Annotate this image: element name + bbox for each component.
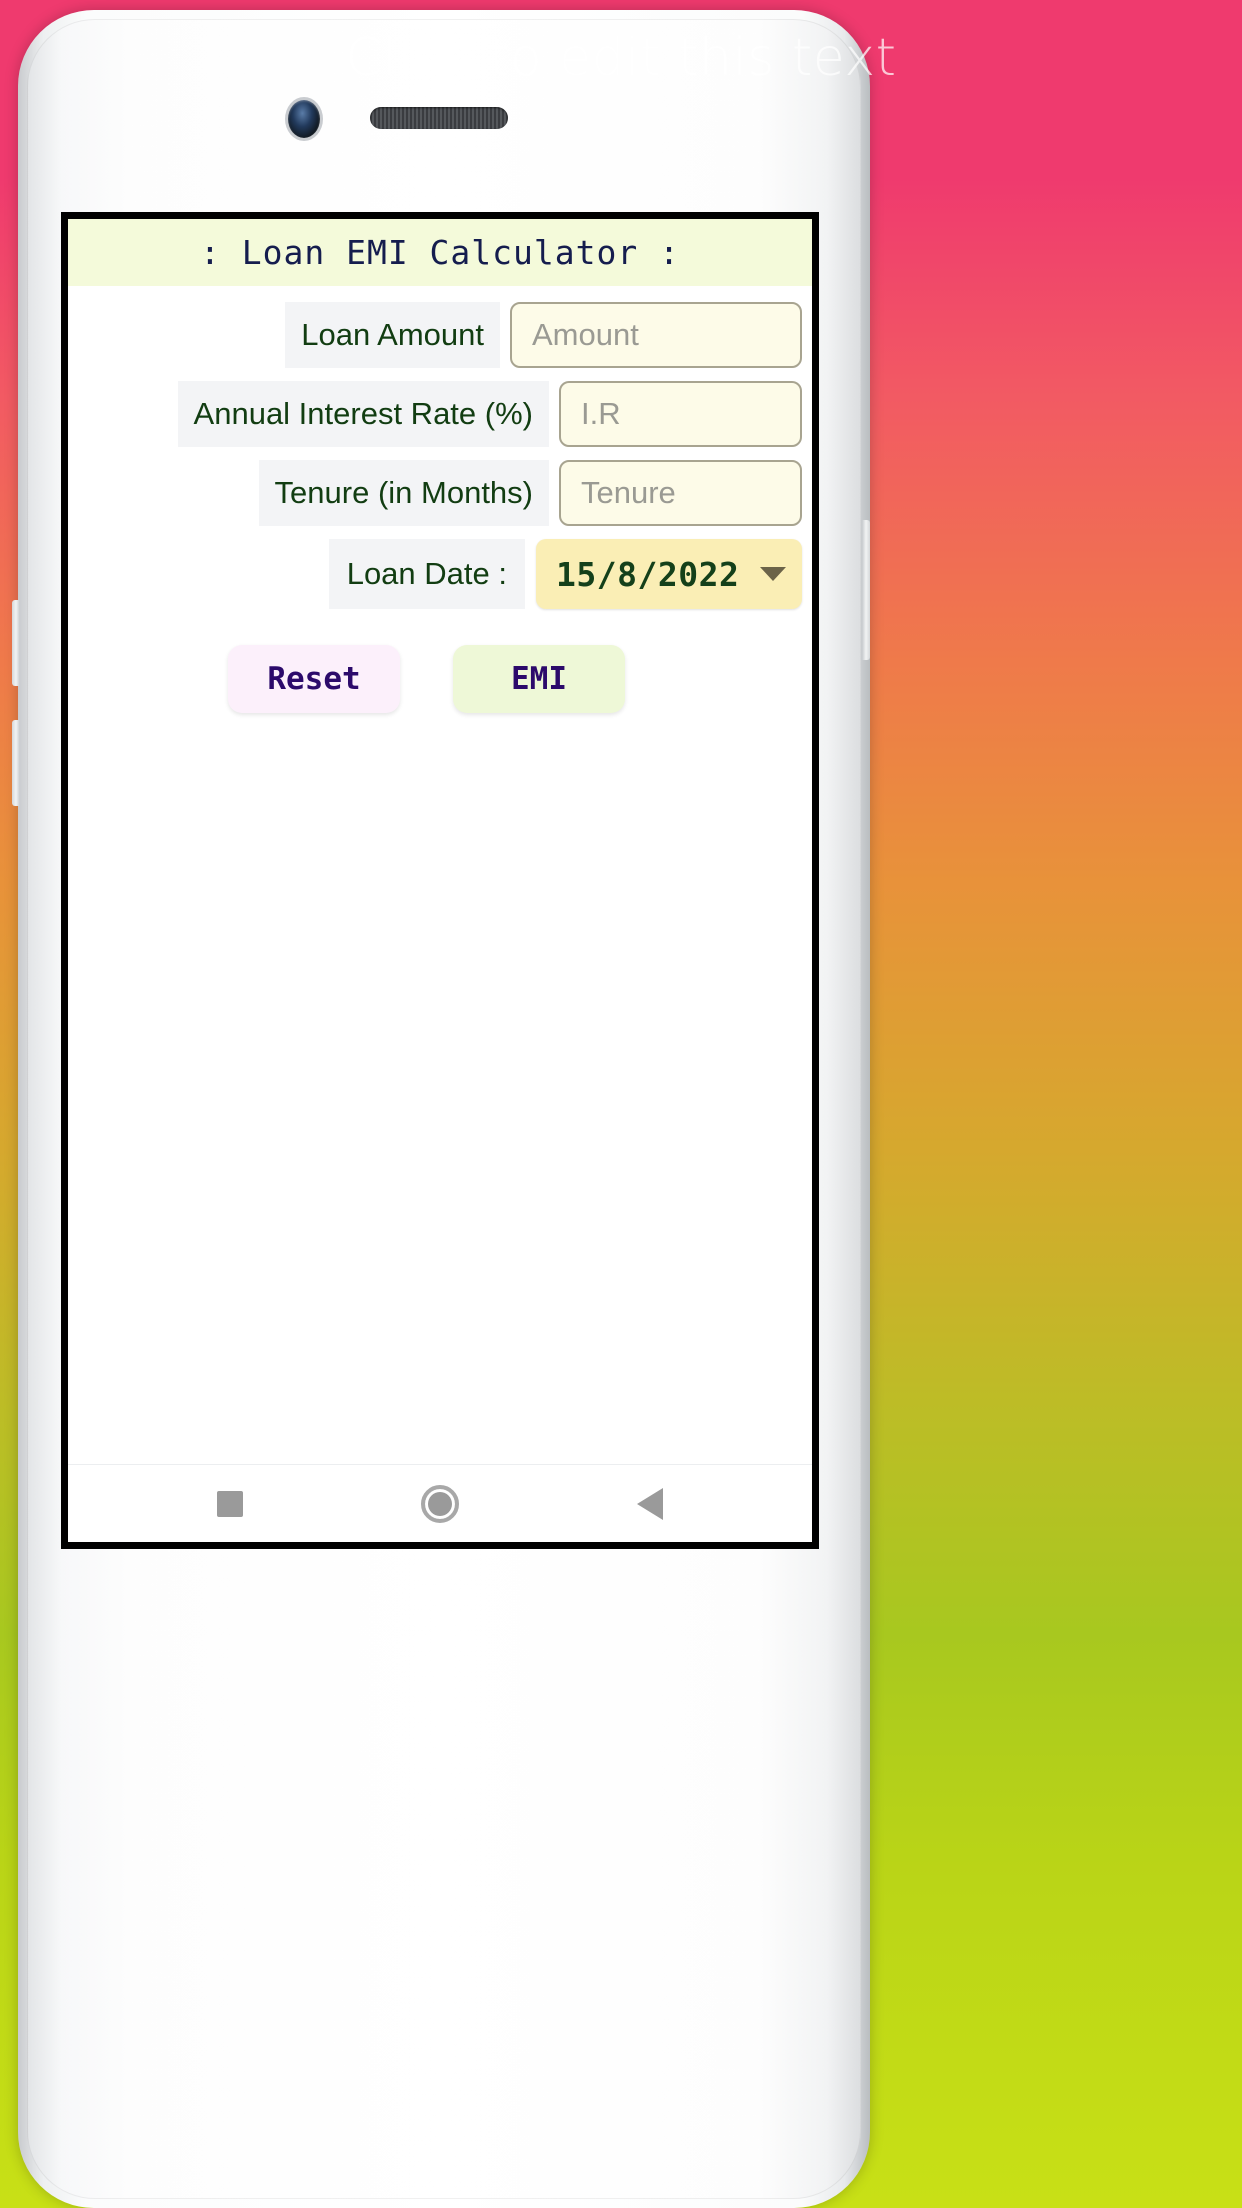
- triangle-back-icon[interactable]: [637, 1487, 663, 1520]
- form-row-tenure: Tenure (in Months) Tenure: [68, 460, 812, 526]
- interest-rate-label: Annual Interest Rate (%): [177, 381, 549, 447]
- page-title: : Loan EMI Calculator :: [200, 233, 680, 272]
- reset-button[interactable]: Reset: [228, 645, 400, 713]
- tenure-label: Tenure (in Months): [258, 460, 549, 526]
- form-row-loan-amount: Loan Amount Amount: [68, 302, 812, 368]
- loan-date-dropdown[interactable]: 15/8/2022: [536, 539, 802, 609]
- tenure-input[interactable]: Tenure: [559, 460, 802, 526]
- volume-up-button[interactable]: [12, 600, 20, 686]
- loan-amount-label: Loan Amount: [285, 302, 500, 368]
- chevron-down-icon[interactable]: [760, 567, 786, 581]
- phone-screen-frame: : Loan EMI Calculator : Loan Amount Amou…: [61, 212, 819, 1549]
- loan-form: Loan Amount Amount Annual Interest Rate …: [68, 286, 812, 1464]
- emi-button[interactable]: EMI: [453, 645, 625, 713]
- form-row-interest-rate: Annual Interest Rate (%) I.R: [68, 381, 812, 447]
- android-navigation-bar: [68, 1464, 812, 1542]
- square-recents-icon[interactable]: [217, 1490, 243, 1517]
- loan-date-label: Loan Date :: [328, 539, 525, 609]
- earpiece-speaker-icon: [370, 107, 508, 129]
- power-button[interactable]: [862, 520, 870, 660]
- form-row-loan-date: Loan Date : 15/8/2022: [68, 539, 812, 609]
- circle-home-icon[interactable]: [421, 1484, 459, 1523]
- app-title-bar: : Loan EMI Calculator :: [68, 219, 812, 286]
- interest-rate-input[interactable]: I.R: [559, 381, 802, 447]
- loan-amount-input[interactable]: Amount: [510, 302, 802, 368]
- volume-down-button[interactable]: [12, 720, 20, 806]
- app-screen: : Loan EMI Calculator : Loan Amount Amou…: [68, 219, 812, 1542]
- camera-lens-icon: [288, 100, 320, 138]
- loan-date-value: 15/8/2022: [556, 554, 740, 594]
- action-button-row: Reset EMI: [68, 645, 812, 713]
